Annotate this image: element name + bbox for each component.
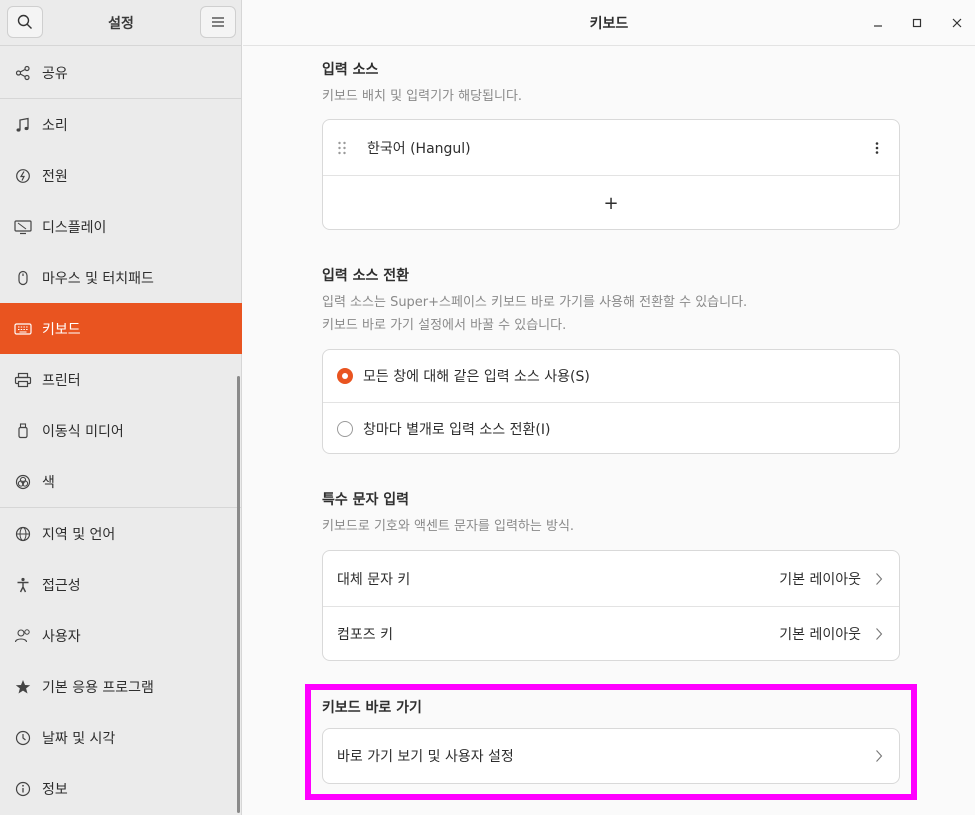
mouse-icon <box>14 269 32 287</box>
special-chars-card: 대체 문자 키 기본 레이아웃 컴포즈 키 기본 레이아웃 <box>322 550 900 661</box>
sidebar-item-keyboard[interactable]: 키보드 <box>0 303 242 354</box>
users-icon <box>14 627 32 645</box>
alternate-chars-key-value: 기본 레이아웃 <box>779 571 861 588</box>
special-chars-description: 키보드로 기호와 액센트 문자를 입력하는 방식. <box>322 519 575 534</box>
input-sources-title: 입력 소스 <box>322 62 379 78</box>
input-source-label: 한국어 (Hangul) <box>367 140 471 157</box>
sidebar: 설정 공유 소리 전원 디스플레이 마우스 및 터치패드 키보드 프린터 이동식… <box>0 0 242 815</box>
switching-description-2: 키보드 바로 가기 설정에서 바꿀 수 있습니다. <box>322 318 567 333</box>
shortcuts-title: 키보드 바로 가기 <box>322 700 422 716</box>
sidebar-item-label: 지역 및 언어 <box>42 526 116 543</box>
input-sources-card: 한국어 (Hangul) + <box>322 119 900 230</box>
sidebar-item-mouse[interactable]: 마우스 및 터치패드 <box>0 252 242 303</box>
sidebar-header: 설정 <box>0 0 242 46</box>
sidebar-item-label: 전원 <box>42 168 68 185</box>
add-input-source-button[interactable]: + <box>323 175 899 229</box>
sidebar-item-label: 기본 응용 프로그램 <box>42 679 154 696</box>
sidebar-item-label: 날짜 및 시각 <box>42 730 116 747</box>
sidebar-item-sound[interactable]: 소리 <box>0 99 242 150</box>
sidebar-item-label: 프린터 <box>42 372 81 389</box>
sidebar-item-power[interactable]: 전원 <box>0 150 242 201</box>
view-shortcuts-row[interactable]: 바로 가기 보기 및 사용자 설정 <box>323 729 899 783</box>
search-icon <box>17 14 32 29</box>
maximize-icon <box>912 18 922 28</box>
compose-key-value: 기본 레이아웃 <box>779 627 861 643</box>
option-per-window-label: 창마다 별개로 입력 소스 전환(I) <box>363 421 551 438</box>
globe-icon <box>14 525 32 543</box>
option-same-source-label: 모든 창에 대해 같은 입력 소스 사용(S) <box>363 369 590 385</box>
input-sources-description: 키보드 배치 및 입력기가 해당됩니다. <box>322 89 523 104</box>
clock-icon <box>14 729 32 747</box>
sidebar-item-label: 마우스 및 터치패드 <box>42 270 154 287</box>
add-icon: + <box>603 192 619 214</box>
info-icon <box>14 780 32 798</box>
sidebar-item-label: 이동식 미디어 <box>42 423 124 440</box>
share-icon <box>14 64 32 82</box>
sidebar-item-removable-media[interactable]: 이동식 미디어 <box>0 405 242 456</box>
sidebar-item-users[interactable]: 사용자 <box>0 610 242 661</box>
printer-icon <box>14 371 32 389</box>
star-icon <box>14 678 32 696</box>
sidebar-list: 공유 소리 전원 디스플레이 마우스 및 터치패드 키보드 프린터 이동식 미디… <box>0 47 242 814</box>
sidebar-item-label: 접근성 <box>42 577 81 594</box>
sidebar-item-label: 정보 <box>42 781 68 798</box>
switching-description-1: 입력 소스는 Super+스페이스 키보드 바로 가기를 사용해 전환할 수 있… <box>322 295 748 310</box>
sidebar-item-display[interactable]: 디스플레이 <box>0 201 242 252</box>
alternate-chars-key-row[interactable]: 대체 문자 키 기본 레이아웃 <box>323 551 899 606</box>
sidebar-item-accessibility[interactable]: 접근성 <box>0 559 242 610</box>
view-shortcuts-label: 바로 가기 보기 및 사용자 설정 <box>337 749 514 765</box>
option-per-window-row[interactable]: 창마다 별개로 입력 소스 전환(I) <box>323 402 899 453</box>
compose-key-row[interactable]: 컴포즈 키 기본 레이아웃 <box>323 606 899 660</box>
search-button[interactable] <box>7 6 43 38</box>
sidebar-item-about[interactable]: 정보 <box>0 763 242 814</box>
color-icon <box>14 473 32 491</box>
minimize-icon <box>874 25 882 27</box>
close-icon <box>952 18 962 28</box>
sidebar-scrollbar[interactable] <box>237 376 240 813</box>
radio-per-window[interactable] <box>337 420 353 437</box>
minimize-button[interactable] <box>866 11 890 35</box>
maximize-button[interactable] <box>905 11 929 35</box>
more-options-icon[interactable] <box>875 141 879 155</box>
compose-key-label: 컴포즈 키 <box>337 627 393 643</box>
input-source-row[interactable]: 한국어 (Hangul) <box>323 120 899 175</box>
sidebar-item-label: 공유 <box>42 65 68 82</box>
removable-media-icon <box>14 422 32 440</box>
keyboard-icon <box>14 320 32 338</box>
sidebar-item-label: 키보드 <box>42 321 81 338</box>
radio-same-source[interactable] <box>337 368 353 384</box>
sidebar-item-label: 사용자 <box>42 628 81 645</box>
hamburger-menu-icon <box>212 17 224 27</box>
music-note-icon <box>14 116 32 134</box>
drag-handle-icon[interactable] <box>337 140 351 156</box>
menu-button[interactable] <box>200 6 236 38</box>
display-icon <box>14 218 32 236</box>
close-button[interactable] <box>945 11 969 35</box>
shortcuts-card: 바로 가기 보기 및 사용자 설정 <box>322 728 900 784</box>
switching-card: 모든 창에 대해 같은 입력 소스 사용(S) 창마다 별개로 입력 소스 전환… <box>322 349 900 454</box>
accessibility-icon <box>14 576 32 594</box>
sidebar-item-printers[interactable]: 프린터 <box>0 354 242 405</box>
chevron-right-icon <box>875 627 885 641</box>
sidebar-item-region-language[interactable]: 지역 및 언어 <box>0 508 242 559</box>
power-icon <box>14 167 32 185</box>
sidebar-item-default-apps[interactable]: 기본 응용 프로그램 <box>0 661 242 712</box>
sidebar-item-label: 디스플레이 <box>42 219 107 236</box>
main-header: 키보드 <box>243 0 975 46</box>
sidebar-item-sharing[interactable]: 공유 <box>0 47 242 98</box>
chevron-right-icon <box>875 572 885 586</box>
option-same-source-row[interactable]: 모든 창에 대해 같은 입력 소스 사용(S) <box>323 350 899 402</box>
sidebar-item-label: 소리 <box>42 117 68 134</box>
sidebar-item-date-time[interactable]: 날짜 및 시각 <box>0 712 242 763</box>
alternate-chars-key-label: 대체 문자 키 <box>337 571 411 588</box>
sidebar-item-color[interactable]: 색 <box>0 456 242 507</box>
chevron-right-icon <box>875 749 885 763</box>
switching-title: 입력 소스 전환 <box>322 268 410 284</box>
sidebar-item-label: 색 <box>42 474 55 491</box>
special-chars-title: 특수 문자 입력 <box>322 492 410 508</box>
